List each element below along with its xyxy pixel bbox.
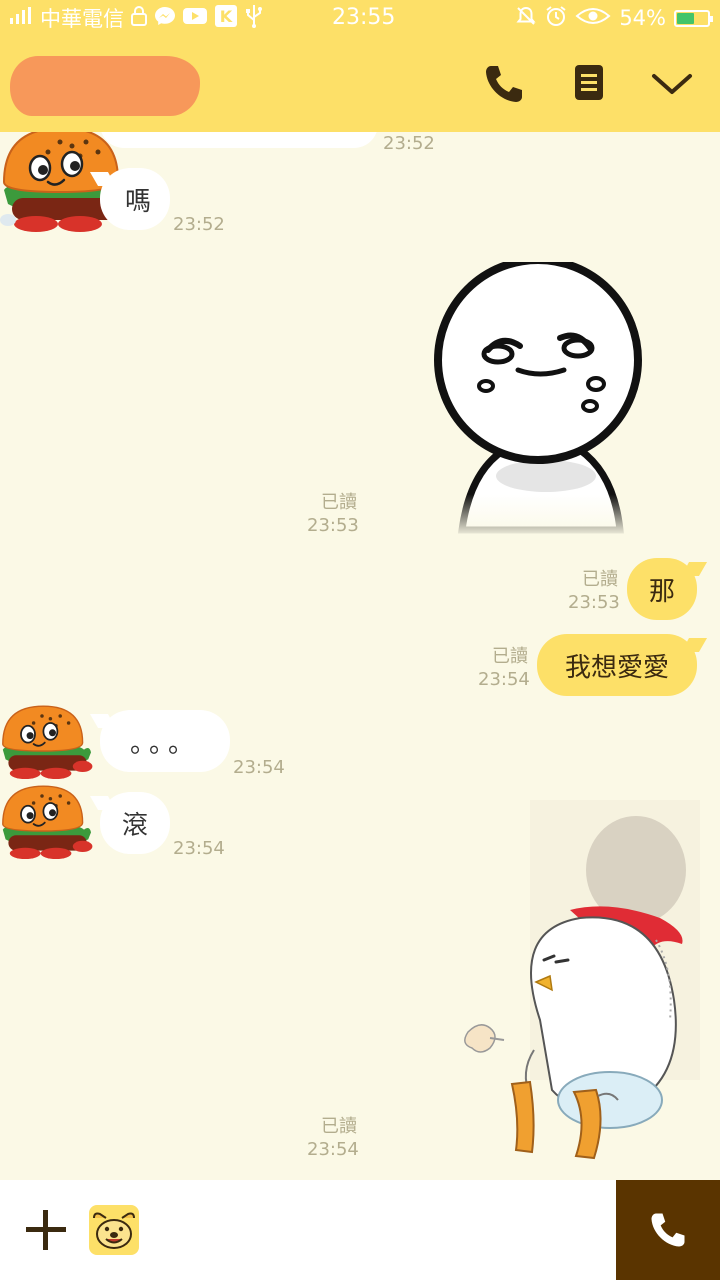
battery-percent: 54% xyxy=(619,6,666,30)
mute-bell-icon xyxy=(515,5,537,32)
kkbox-icon: K xyxy=(214,4,238,33)
messenger-icon xyxy=(154,5,176,32)
eye-icon xyxy=(575,6,611,31)
message-text: 我想愛愛 xyxy=(564,652,669,683)
burger-avatar-icon xyxy=(2,705,93,779)
contact-name-redacted xyxy=(10,56,200,116)
status-bar: 中華電信 K 23:55 54% xyxy=(0,0,720,36)
message-text: 那 xyxy=(648,576,675,607)
chat-menu-button[interactable] xyxy=(566,60,614,108)
plus-icon xyxy=(26,1210,66,1250)
call-button[interactable] xyxy=(616,1180,720,1280)
signal-icon xyxy=(8,6,34,31)
message-time: 23:54 xyxy=(173,838,225,859)
read-receipt: 已讀 xyxy=(492,646,528,667)
message-text: 。。。 xyxy=(129,728,200,759)
received-message-bubble[interactable]: 嗎 xyxy=(100,168,170,230)
lock-icon xyxy=(130,5,148,31)
message-text: 嗎 xyxy=(124,186,151,217)
sent-message-bubble[interactable]: 那 xyxy=(627,558,697,620)
sent-sticker-crying-face[interactable] xyxy=(430,256,650,537)
message-time: 23:54 xyxy=(233,757,285,778)
crying-face-sticker-icon xyxy=(430,256,650,537)
received-message-bubble[interactable]: 。。。 xyxy=(100,710,230,772)
status-time: 23:55 xyxy=(332,5,396,30)
sent-message-bubble[interactable]: 我想愛愛 xyxy=(537,634,697,696)
message-time: 23:52 xyxy=(383,133,435,154)
chat-area[interactable]: 23:52 嗎 23:52 已讀 23:53 已讀 23:53 那 已讀 23:… xyxy=(0,132,720,1180)
chicken-sticker-icon xyxy=(464,800,700,1160)
youtube-icon xyxy=(182,6,208,31)
input-bar xyxy=(0,1180,720,1280)
partial-bubble xyxy=(100,132,378,148)
usb-icon xyxy=(244,4,264,33)
read-receipt: 已讀 xyxy=(582,569,618,590)
message-time: 23:52 xyxy=(173,214,225,235)
message-time: 23:53 xyxy=(568,592,620,613)
burger-avatar-icon xyxy=(2,785,93,859)
read-receipt: 已讀 xyxy=(321,492,357,513)
contact-avatar[interactable] xyxy=(0,780,98,868)
alarm-icon xyxy=(545,5,567,32)
voice-call-button[interactable] xyxy=(480,60,528,108)
phone-icon xyxy=(486,66,522,102)
add-attachment-button[interactable] xyxy=(22,1206,70,1254)
call-icon xyxy=(651,1213,685,1247)
message-time: 23:54 xyxy=(307,1139,359,1160)
svg-text:K: K xyxy=(220,7,233,26)
chevron-down-icon xyxy=(652,74,692,94)
sent-sticker-chicken[interactable] xyxy=(460,800,700,1170)
status-right: 54% xyxy=(515,0,713,36)
battery-icon xyxy=(674,9,713,27)
carrier-label: 中華電信 xyxy=(40,7,124,31)
read-receipt: 已讀 xyxy=(321,1116,357,1137)
status-left: 中華電信 K xyxy=(8,0,264,36)
emoticon-button[interactable] xyxy=(88,1204,140,1256)
message-time: 23:53 xyxy=(307,515,359,536)
contact-avatar[interactable] xyxy=(0,700,98,788)
received-message-bubble[interactable]: 滾 xyxy=(100,792,170,854)
battery-fill xyxy=(677,12,695,24)
message-time: 23:54 xyxy=(478,669,530,690)
emoticon-icon xyxy=(89,1205,139,1255)
menu-icon xyxy=(575,65,603,100)
message-text: 滾 xyxy=(121,810,148,841)
expand-header-button[interactable] xyxy=(648,60,696,108)
chat-header xyxy=(0,36,720,132)
